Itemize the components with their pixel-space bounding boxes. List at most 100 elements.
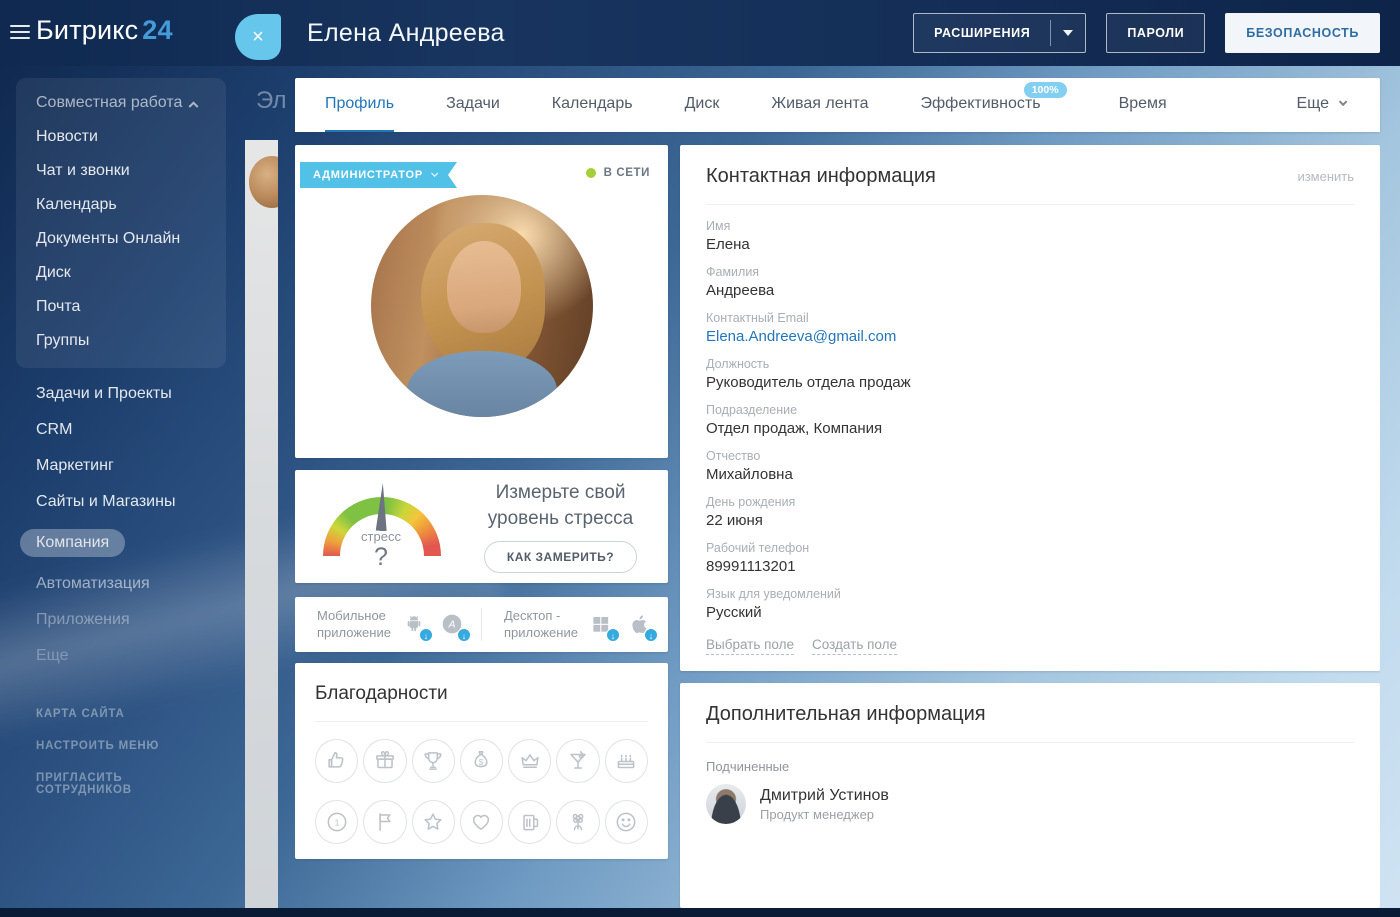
hamburger-menu-icon[interactable] <box>10 25 30 41</box>
flag-icon[interactable] <box>363 800 406 844</box>
passwords-button[interactable]: ПАРОЛИ <box>1106 13 1205 53</box>
sitemap-link[interactable]: КАРТА САЙТА <box>36 708 220 720</box>
windows-icon[interactable]: ↓ <box>588 611 616 639</box>
appstore-icon[interactable]: A ↓ <box>439 611 467 639</box>
sidebar-item-company-active[interactable]: Компания <box>0 520 240 566</box>
sidebar-item-apps[interactable]: Приложения <box>0 602 240 638</box>
tab-time[interactable]: Время <box>1119 78 1167 132</box>
field-value: Русский <box>706 604 1354 621</box>
tab-profile[interactable]: Профиль <box>325 78 394 132</box>
tab-calendar[interactable]: Календарь <box>552 78 633 132</box>
sidebar-item-label: Сайты и Магазины <box>36 493 175 510</box>
sidebar-item-collaboration[interactable]: Совместная работа <box>16 86 226 120</box>
sidebar-item-sites-stores[interactable]: Сайты и Магазины <box>0 484 240 520</box>
sidebar-item-mail[interactable]: Почта <box>16 290 226 324</box>
security-button[interactable]: БЕЗОПАСНОСТЬ <box>1225 13 1380 53</box>
smiley-icon[interactable] <box>605 800 648 844</box>
svg-text:A: A <box>448 619 456 630</box>
cake-icon[interactable] <box>605 739 648 783</box>
desktop-app-label: Десктоп -приложение <box>504 608 578 642</box>
how-to-measure-button[interactable]: КАК ЗАМЕРИТЬ? <box>484 541 637 573</box>
tab-label: Диск <box>685 95 720 113</box>
photo-shirt-shape <box>407 351 557 417</box>
sidebar-item-label: Приложения <box>36 611 130 628</box>
invite-employees-link[interactable]: ПРИГЛАСИТЬ СОТРУДНИКОВ <box>36 772 220 796</box>
field-value: Михайловна <box>706 466 1354 483</box>
sidebar-item-crm[interactable]: CRM <box>0 412 240 448</box>
field-label: Язык для уведомлений <box>706 587 1354 601</box>
star-icon[interactable] <box>412 800 455 844</box>
admin-role-badge[interactable]: АДМИНИСТРАТОР <box>300 162 457 188</box>
sidebar: Совместная работа Новости Чат и звонки К… <box>0 66 240 908</box>
sidebar-item-marketing[interactable]: Маркетинг <box>0 448 240 484</box>
sidebar-item-documents-online[interactable]: Документы Онлайн <box>16 222 226 256</box>
crown-icon[interactable] <box>508 739 551 783</box>
configure-menu-link[interactable]: НАСТРОИТЬ МЕНЮ <box>36 740 220 752</box>
edit-link[interactable]: изменить <box>1297 169 1354 184</box>
brand-logo[interactable]: Битрикс24 <box>36 15 173 46</box>
tab-feed[interactable]: Живая лента <box>771 78 868 132</box>
tab-label: Живая лента <box>771 95 868 113</box>
tab-efficiency[interactable]: Эффективность100% <box>921 78 1041 132</box>
sidebar-item-label: Группы <box>36 332 89 349</box>
gauge-question-mark: ? <box>295 543 467 572</box>
app-root: Битрикс24 Елена Андреева РАСШИРЕНИЯ ПАРО… <box>0 0 1400 917</box>
email-link[interactable]: Elena.Andreeva@gmail.com <box>706 328 1354 345</box>
left-column: АДМИНИСТРАТОР В СЕТИ стресс ? <box>295 145 668 908</box>
tab-label: Задачи <box>446 95 500 113</box>
heart-icon[interactable] <box>460 800 503 844</box>
contact-card-header: Контактная информация изменить <box>706 165 1354 205</box>
sidebar-item-tasks-projects[interactable]: Задачи и Проекты <box>0 376 240 412</box>
create-field-link[interactable]: Создать поле <box>812 637 897 655</box>
sidebar-item-automation[interactable]: Автоматизация <box>0 566 240 602</box>
contact-footer-links: Выбрать поле Создать поле <box>706 637 1354 655</box>
subordinate-row[interactable]: Дмитрий Устинов Продукт менеджер <box>706 784 1354 824</box>
field-label: Контактный Email <box>706 311 1354 325</box>
sidebar-item-more[interactable]: Еще <box>0 638 240 674</box>
sidebar-item-label: CRM <box>36 421 72 438</box>
tab-disk[interactable]: Диск <box>685 78 720 132</box>
extensions-dropdown-toggle[interactable] <box>1051 30 1085 36</box>
brand-logo-text: Битрикс <box>36 15 138 45</box>
sidebar-item-chat-calls[interactable]: Чат и звонки <box>16 154 226 188</box>
cocktail-icon[interactable] <box>556 739 599 783</box>
extensions-button[interactable]: РАСШИРЕНИЯ <box>913 13 1086 53</box>
subordinates-label: Подчиненные <box>706 759 1354 774</box>
additional-card-title: Дополнительная информация <box>706 703 986 726</box>
sidebar-item-label: Маркетинг <box>36 457 114 474</box>
tab-more[interactable]: Еще <box>1296 78 1344 132</box>
thanks-icons-row-1: $ <box>315 739 648 783</box>
underlying-panel-edge[interactable] <box>245 140 278 908</box>
choose-field-link[interactable]: Выбрать поле <box>706 637 794 655</box>
trophy-icon[interactable] <box>412 739 455 783</box>
number-one-icon[interactable]: 1 <box>315 800 358 844</box>
sidebar-item-label: Диск <box>36 264 71 281</box>
tab-tasks[interactable]: Задачи <box>446 78 500 132</box>
additional-card-header: Дополнительная информация <box>706 703 1354 743</box>
field-value: 89991113201 <box>706 558 1354 575</box>
sidebar-item-news[interactable]: Новости <box>16 120 226 154</box>
extensions-button-label: РАСШИРЕНИЯ <box>914 26 1050 40</box>
sidebar-item-calendar[interactable]: Календарь <box>16 188 226 222</box>
sidebar-item-disk[interactable]: Диск <box>16 256 226 290</box>
gift-icon[interactable] <box>363 739 406 783</box>
underlying-page-title-fragment: Эл <box>256 87 286 115</box>
subordinate-info: Дмитрий Устинов Продукт менеджер <box>760 787 889 822</box>
money-bag-icon[interactable]: $ <box>460 739 503 783</box>
apple-icon[interactable]: ↓ <box>626 611 654 639</box>
sidebar-item-groups[interactable]: Группы <box>16 324 226 358</box>
contact-fields: ИмяЕлена ФамилияАндреева Контактный Emai… <box>706 205 1354 621</box>
android-icon[interactable]: ↓ <box>401 611 429 639</box>
field-value: Елена <box>706 236 1354 253</box>
mobile-app-block: Мобильноеприложение ↓ A ↓ <box>295 608 481 642</box>
sidebar-item-label: Еще <box>36 647 69 664</box>
beer-icon[interactable] <box>508 800 551 844</box>
flower-icon[interactable] <box>556 800 599 844</box>
field-birthday: День рождения22 июня <box>706 495 1354 529</box>
subordinate-name[interactable]: Дмитрий Устинов <box>760 787 889 805</box>
thumbs-up-icon[interactable] <box>315 739 358 783</box>
close-slider-button[interactable]: × <box>235 14 281 60</box>
stress-title: Измерьте свойуровень стресса <box>467 480 654 531</box>
online-dot-icon <box>586 168 596 178</box>
sidebar-main-items: Задачи и Проекты CRM Маркетинг Сайты и М… <box>0 376 240 674</box>
